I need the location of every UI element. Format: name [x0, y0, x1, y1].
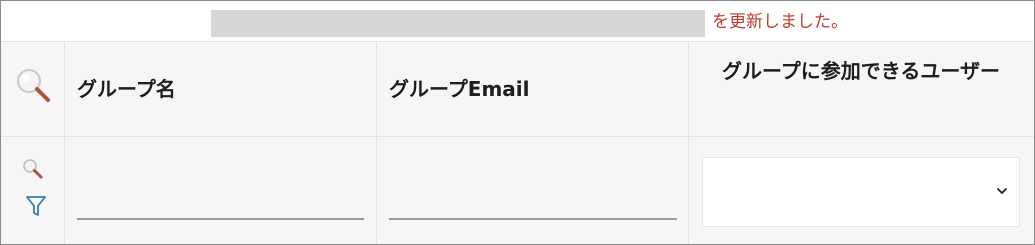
update-message: を更新しました。: [712, 12, 848, 32]
search-icon[interactable]: [22, 158, 44, 180]
search-icon[interactable]: [15, 67, 53, 105]
group-name-filter-input[interactable]: [77, 184, 364, 220]
column-divider: [688, 41, 689, 244]
column-header-group-name[interactable]: グループ名: [77, 73, 176, 105]
column-header-allowed-users[interactable]: グループに参加できるユーザー: [701, 55, 1021, 87]
column-header-group-email[interactable]: グループEmail: [389, 73, 530, 105]
allowed-users-filter-select[interactable]: [702, 157, 1020, 227]
column-divider: [64, 41, 65, 244]
column-divider: [376, 41, 377, 244]
update-notification: を更新しました。: [1, 1, 1034, 41]
group-table: グループ名 グループEmail グループに参加できるユーザー: [1, 41, 1034, 244]
group-email-filter-input[interactable]: [389, 184, 677, 220]
chevron-down-icon: [997, 188, 1007, 194]
filter-icon[interactable]: [25, 194, 47, 218]
group-list-panel: を更新しました。 グループ名 グループEmail グループに参加できるユーザー: [0, 0, 1035, 245]
redacted-group-name: [211, 10, 705, 37]
